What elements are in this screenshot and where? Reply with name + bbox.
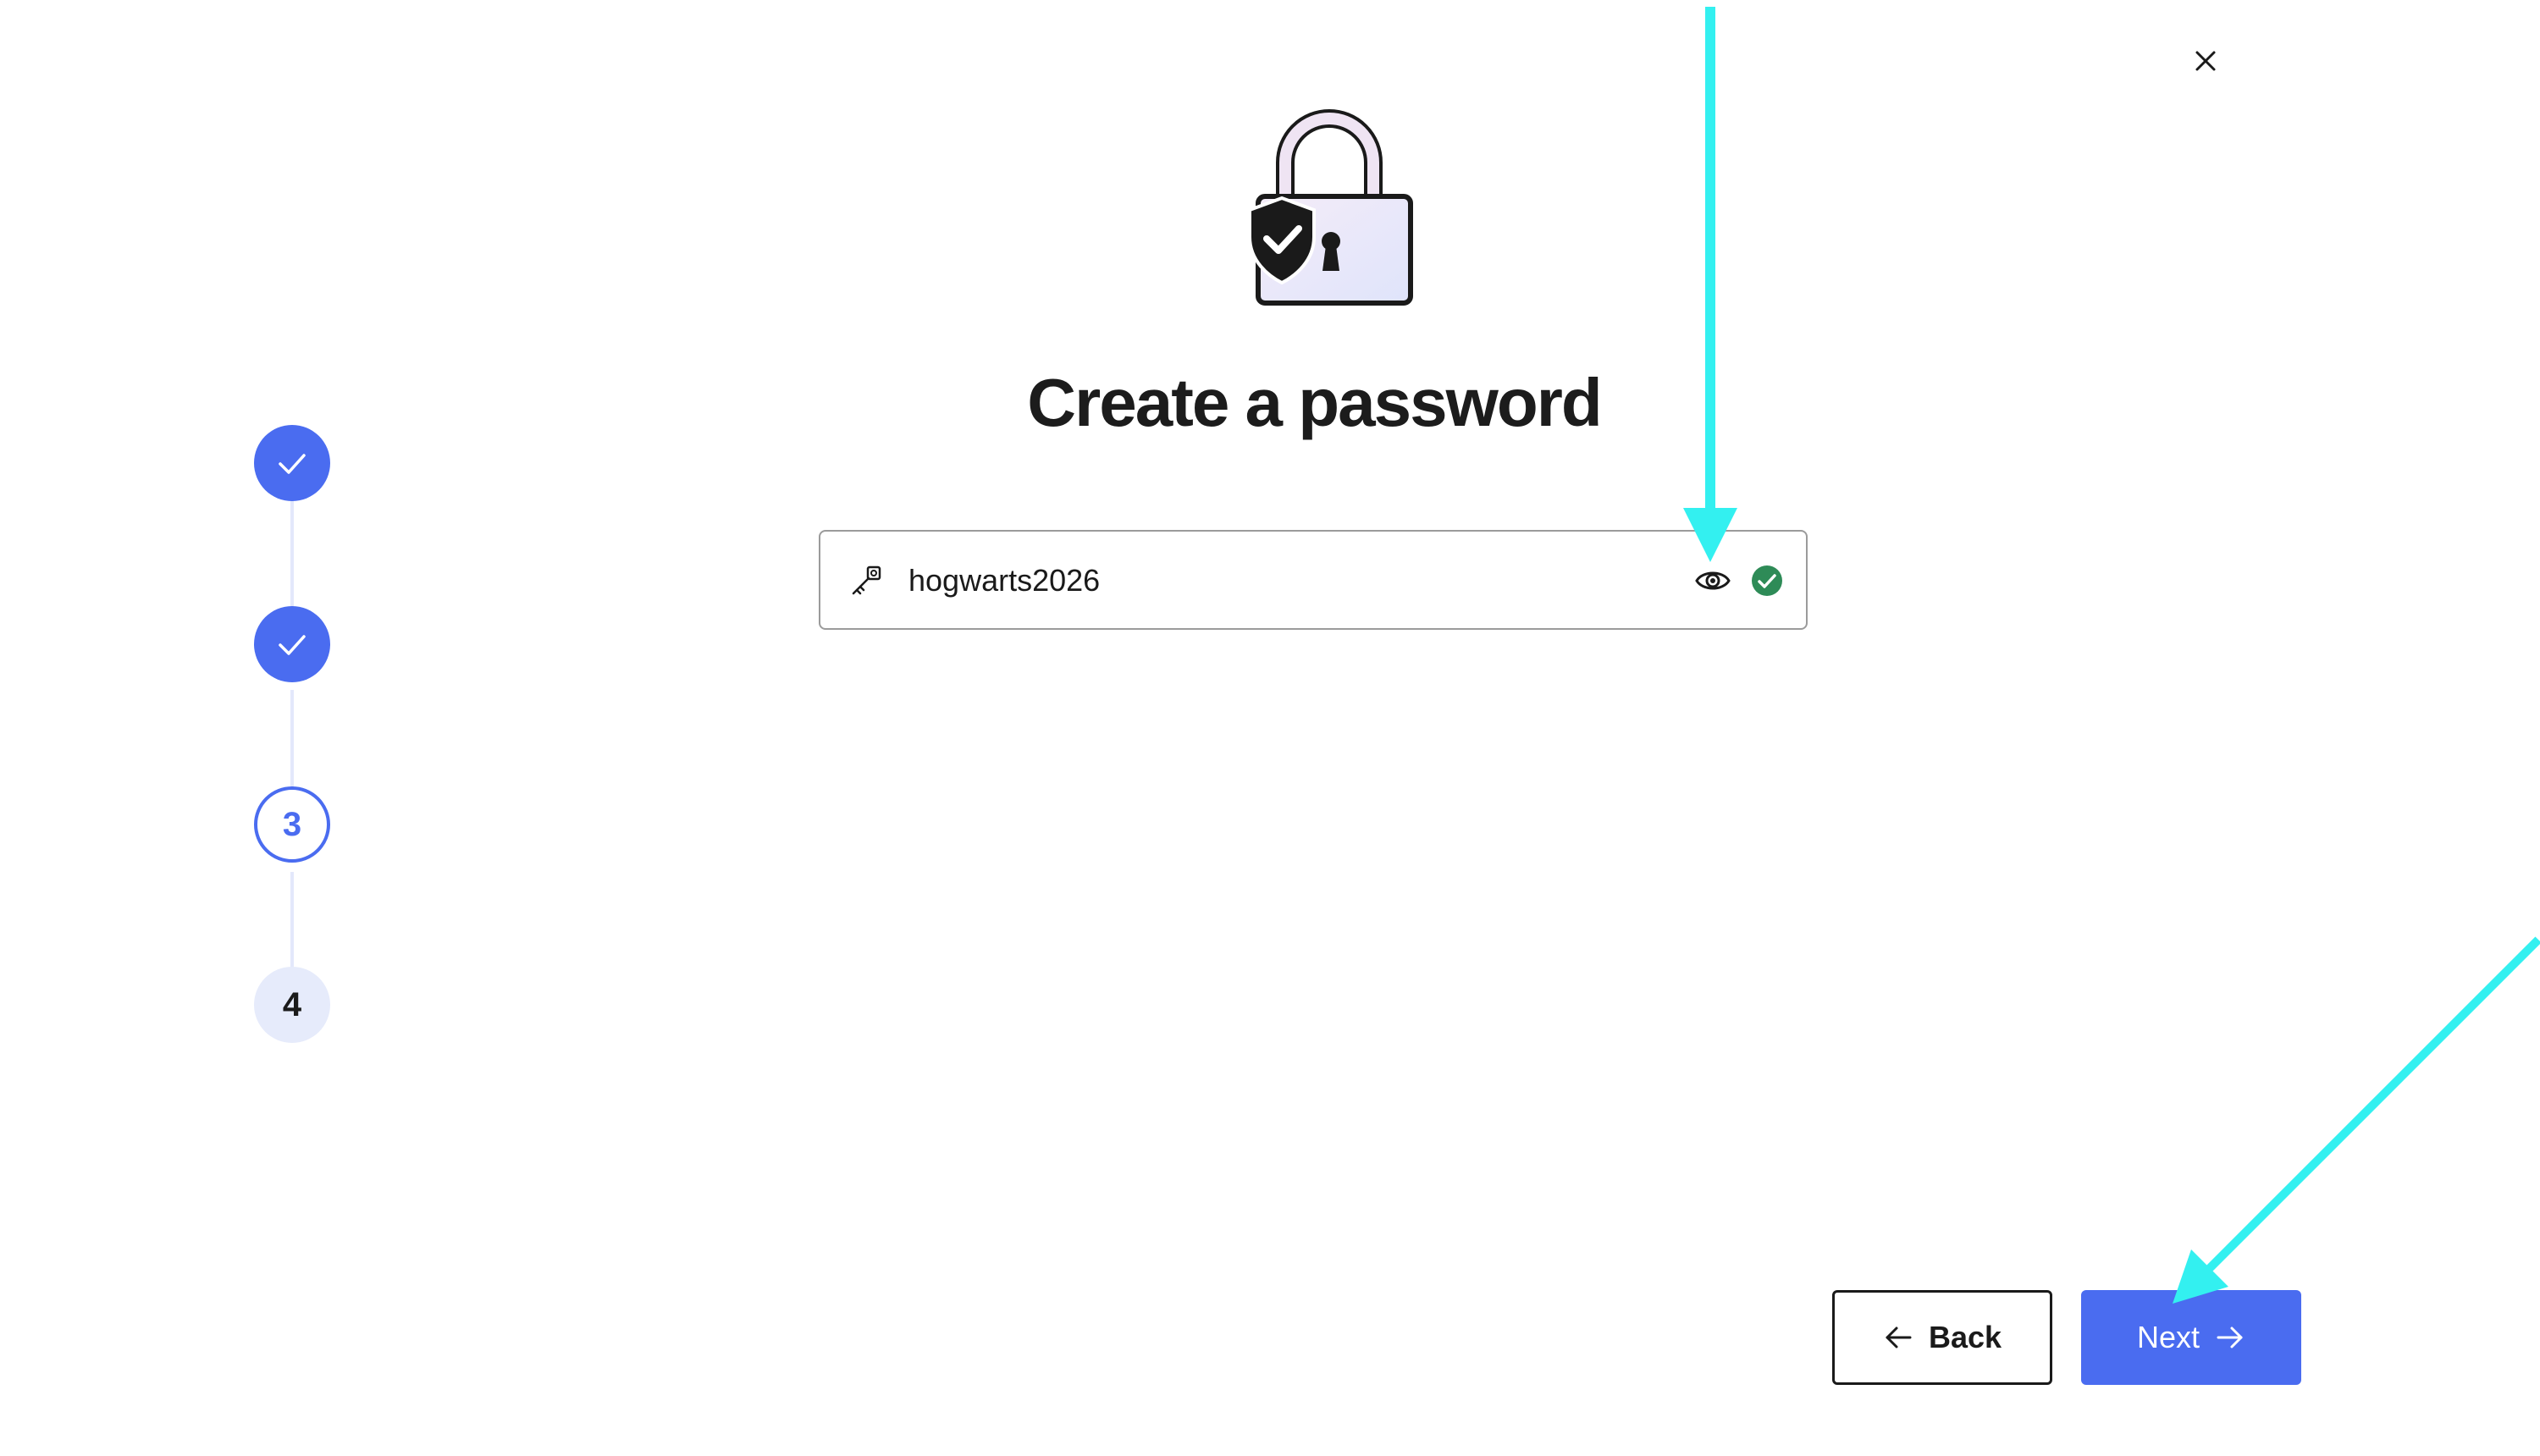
eye-icon[interactable]: [1694, 562, 1731, 599]
step-3-current: 3: [254, 786, 330, 863]
progress-stepper: 3 4: [0, 0, 593, 1100]
back-button-label: Back: [1928, 1320, 2002, 1354]
arrow-left-icon: [1886, 1326, 1912, 1348]
step-number: 3: [282, 805, 302, 843]
close-button[interactable]: [2185, 41, 2226, 81]
password-input[interactable]: [908, 554, 1637, 608]
next-button[interactable]: Next: [2081, 1290, 2301, 1385]
key-icon: [852, 565, 881, 595]
create-password-dialog: 3 4 Create a password hogwarts2026 Back …: [0, 0, 2540, 1456]
step-2-completed: [254, 606, 330, 682]
padlock-shield-icon: [1248, 109, 1413, 306]
next-button-label: Next: [2136, 1320, 2200, 1354]
close-icon: [2195, 51, 2216, 71]
checkmark-icon: [279, 454, 306, 474]
annotation-arrow-next: [2173, 936, 2540, 1304]
step-number: 4: [282, 985, 302, 1023]
page-title: Create a password: [1027, 365, 1602, 440]
checkmark-icon: [279, 635, 306, 655]
check-circle-icon: [1752, 565, 1782, 596]
password-field[interactable]: [819, 530, 1808, 630]
back-button[interactable]: Back: [1832, 1290, 2052, 1385]
step-4-upcoming: 4: [254, 967, 330, 1043]
annotation-arrow-eye: [1683, 7, 1737, 562]
arrow-right-icon: [2217, 1326, 2243, 1348]
